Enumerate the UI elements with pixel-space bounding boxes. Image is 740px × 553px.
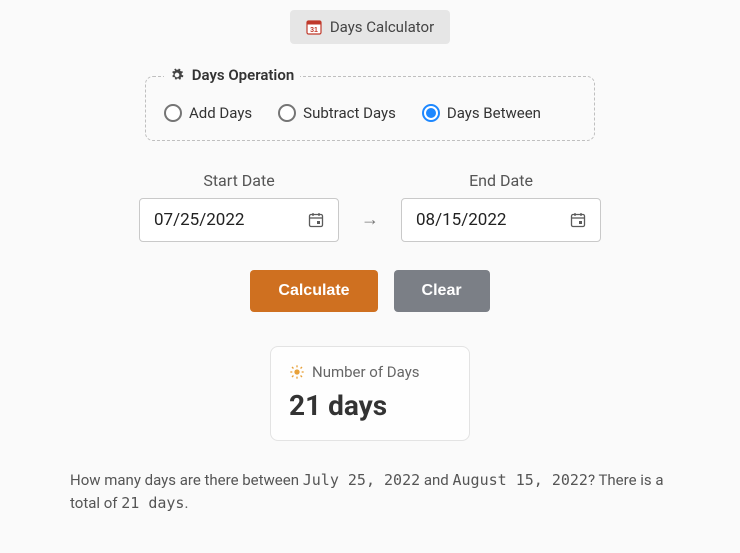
start-date-value: 07/25/2022 bbox=[154, 210, 244, 230]
result-card: Number of Days 21 days bbox=[270, 346, 470, 441]
tab-label: Days Calculator bbox=[330, 18, 434, 36]
end-date-field: End Date 08/15/2022 bbox=[401, 171, 601, 242]
operation-legend-text: Days Operation bbox=[192, 66, 294, 84]
svg-text:31: 31 bbox=[310, 27, 318, 34]
result-value: 21 days bbox=[289, 389, 451, 422]
explain-end: . bbox=[184, 494, 188, 512]
start-date-label: Start Date bbox=[203, 171, 274, 190]
days-operation-group: Days Operation Add Days Subtract Days Da… bbox=[145, 66, 595, 141]
clear-button[interactable]: Clear bbox=[394, 270, 490, 312]
radio-label: Add Days bbox=[189, 104, 252, 122]
sun-icon bbox=[289, 364, 305, 380]
explain-date2: August 15, 2022 bbox=[452, 471, 587, 489]
radio-add-days[interactable]: Add Days bbox=[164, 104, 252, 122]
radio-icon bbox=[278, 104, 296, 122]
radio-label: Subtract Days bbox=[303, 104, 396, 122]
arrow-right-icon: → bbox=[361, 209, 379, 242]
explain-date1: July 25, 2022 bbox=[303, 471, 420, 489]
radio-days-between[interactable]: Days Between bbox=[422, 104, 541, 122]
calendar-picker-icon[interactable] bbox=[308, 212, 324, 228]
calculate-button[interactable]: Calculate bbox=[250, 270, 377, 312]
result-title-text: Number of Days bbox=[312, 363, 420, 381]
calendar-picker-icon[interactable] bbox=[570, 212, 586, 228]
tab-days-calculator[interactable]: 31 Days Calculator bbox=[290, 10, 450, 44]
radio-subtract-days[interactable]: Subtract Days bbox=[278, 104, 396, 122]
operation-legend: Days Operation bbox=[164, 66, 300, 86]
end-date-value: 08/15/2022 bbox=[416, 210, 506, 230]
end-date-label: End Date bbox=[469, 171, 533, 190]
radio-icon bbox=[164, 104, 182, 122]
explain-count: 21 days bbox=[121, 494, 184, 512]
explain-prefix: How many days are there between bbox=[70, 471, 303, 489]
explain-mid: and bbox=[420, 471, 452, 489]
end-date-input[interactable]: 08/15/2022 bbox=[401, 198, 601, 242]
start-date-field: Start Date 07/25/2022 bbox=[139, 171, 339, 242]
radio-icon bbox=[422, 104, 440, 122]
calendar-icon: 31 bbox=[306, 19, 322, 35]
gear-icon bbox=[170, 68, 188, 86]
radio-label: Days Between bbox=[447, 104, 541, 122]
start-date-input[interactable]: 07/25/2022 bbox=[139, 198, 339, 242]
explanation-text: How many days are there between July 25,… bbox=[70, 469, 670, 516]
